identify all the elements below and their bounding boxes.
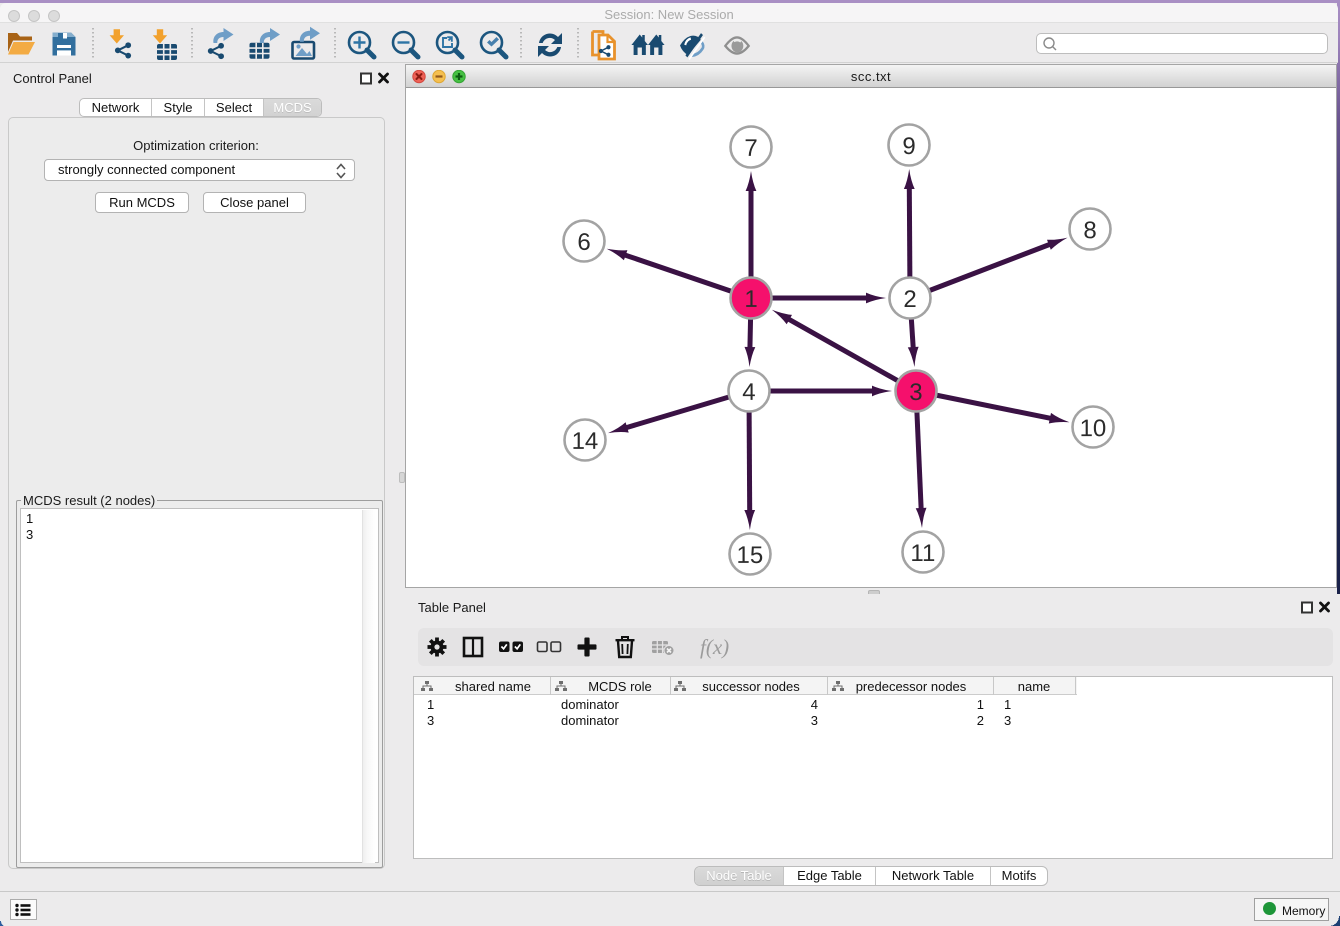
svg-text:6: 6 <box>577 229 590 256</box>
svg-text:14: 14 <box>572 428 599 455</box>
svg-text:8: 8 <box>1083 217 1096 244</box>
svg-text:9: 9 <box>902 133 915 160</box>
svg-text:15: 15 <box>737 542 764 569</box>
svg-text:10: 10 <box>1080 415 1107 442</box>
svg-text:f(x): f(x) <box>700 635 729 659</box>
svg-text:4: 4 <box>742 379 755 406</box>
svg-text:3: 3 <box>909 379 922 406</box>
svg-text:7: 7 <box>744 135 757 162</box>
svg-text:11: 11 <box>910 540 935 567</box>
svg-text:2: 2 <box>903 286 916 313</box>
svg-text:1: 1 <box>744 286 757 313</box>
